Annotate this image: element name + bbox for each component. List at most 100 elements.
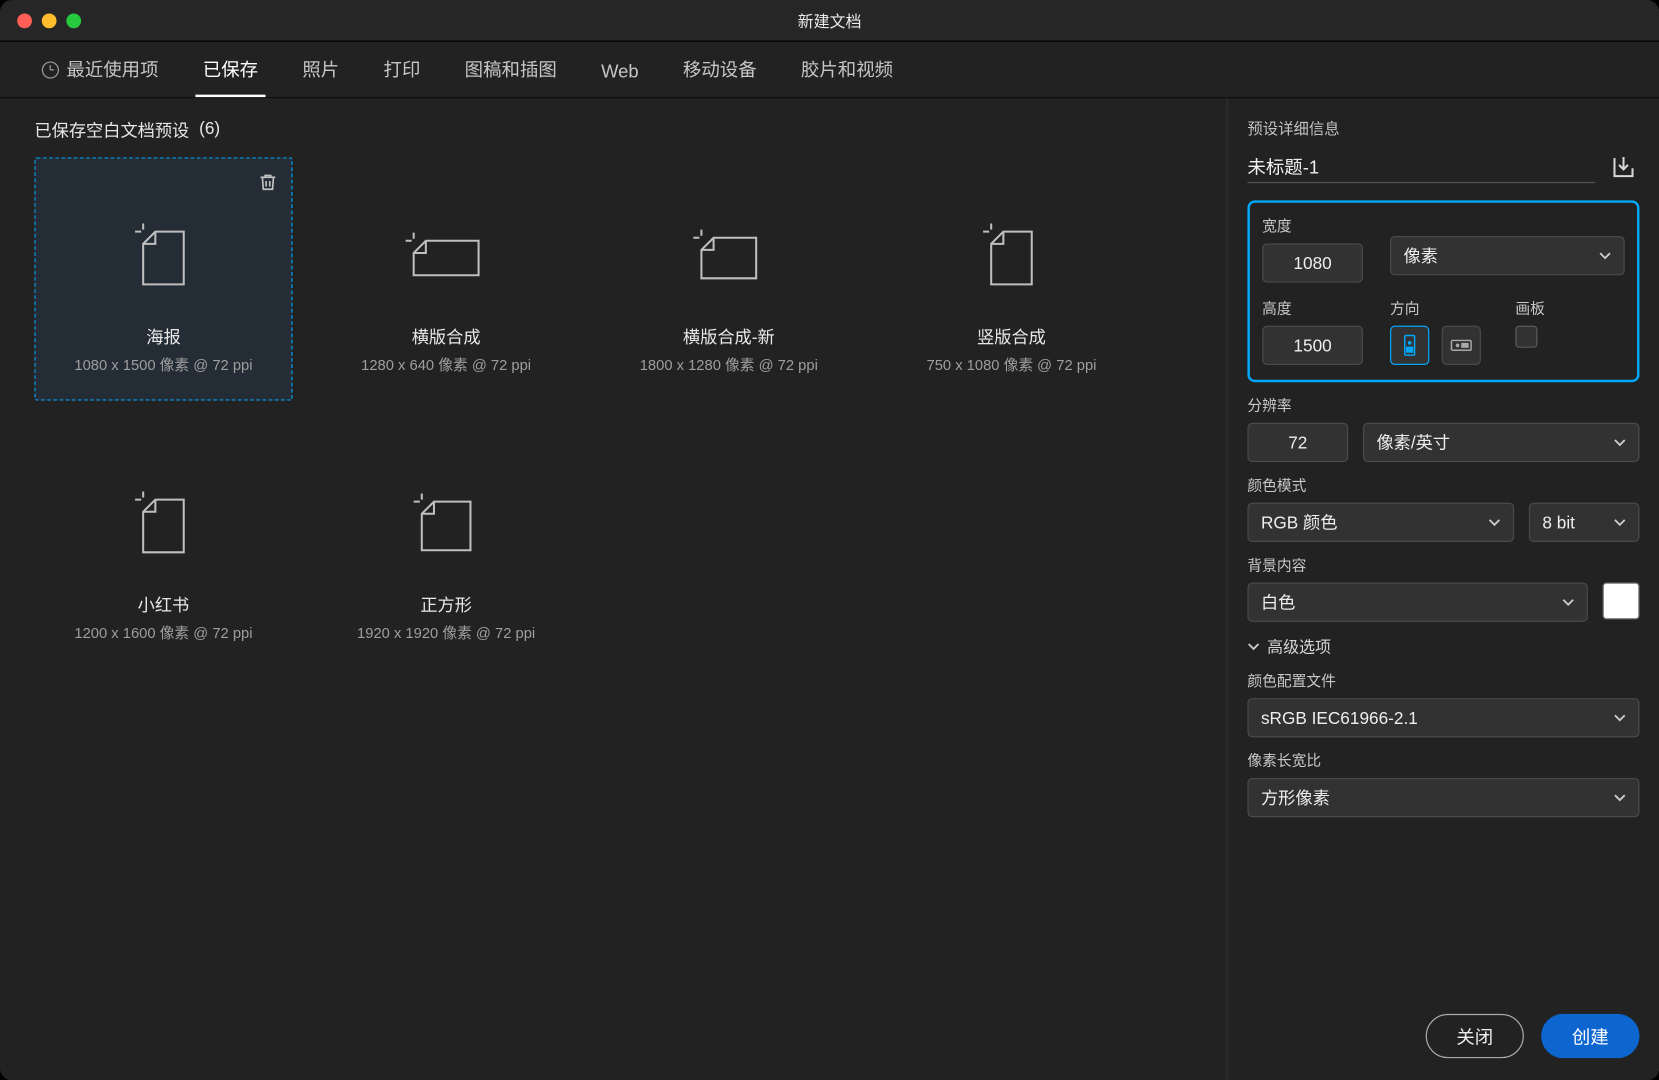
preset-dims: 1200 x 1600 像素 @ 72 ppi	[74, 621, 252, 642]
window-title: 新建文档	[0, 9, 1659, 32]
close-button[interactable]: 关闭	[1426, 1014, 1524, 1058]
color-mode-select[interactable]: RGB 颜色	[1247, 503, 1514, 542]
doc-icon	[123, 211, 204, 292]
minimize-window-light[interactable]	[42, 13, 57, 28]
preset-card[interactable]: 正方形 1920 x 1920 像素 @ 72 ppi	[317, 425, 575, 668]
tab-web[interactable]: Web	[594, 61, 646, 97]
preset-dims: 750 x 1080 像素 @ 72 ppi	[926, 353, 1096, 374]
document-name-input[interactable]	[1247, 151, 1595, 183]
preset-card[interactable]: 竖版合成 750 x 1080 像素 @ 72 ppi	[882, 157, 1140, 400]
save-preset-icon[interactable]	[1608, 151, 1640, 183]
color-mode-label: 颜色模式	[1247, 474, 1639, 495]
resolution-label: 分辨率	[1247, 395, 1639, 416]
portrait-icon	[1399, 334, 1421, 356]
advanced-toggle[interactable]: 高级选项	[1247, 634, 1639, 657]
preset-name: 横版合成	[412, 324, 481, 349]
preset-details-panel: 预设详细信息 宽度	[1227, 98, 1659, 1080]
tab-label: 图稿和插图	[465, 57, 557, 83]
doc-icon	[406, 479, 487, 560]
delete-preset-button[interactable]	[257, 171, 279, 193]
gallery-count: (6)	[199, 118, 220, 143]
unit-select-value: 像素	[1404, 243, 1438, 268]
titlebar: 新建文档	[0, 0, 1659, 42]
color-mode-value: RGB 颜色	[1261, 510, 1337, 535]
chevron-down-icon	[1614, 516, 1626, 528]
create-button-label: 创建	[1572, 1023, 1609, 1049]
profile-label: 颜色配置文件	[1247, 670, 1639, 691]
height-label: 高度	[1262, 297, 1375, 318]
tab-photo[interactable]: 照片	[295, 57, 347, 98]
pixel-aspect-select[interactable]: 方形像素	[1247, 778, 1639, 817]
preset-dims: 1080 x 1500 像素 @ 72 ppi	[74, 353, 252, 374]
doc-icon	[406, 211, 487, 292]
bit-depth-value: 8 bit	[1542, 512, 1575, 532]
tab-art[interactable]: 图稿和插图	[457, 57, 564, 98]
preset-gallery: 已保存空白文档预设 (6) 海报 1080 x 1500 像素 @ 72 ppi	[0, 98, 1227, 1080]
gallery-heading: 已保存空白文档预设	[34, 118, 189, 143]
landscape-icon	[1450, 334, 1472, 356]
color-profile-select[interactable]: sRGB IEC61966-2.1	[1247, 698, 1639, 737]
preset-name: 横版合成-新	[683, 324, 775, 349]
bit-depth-select[interactable]: 8 bit	[1529, 503, 1640, 542]
tab-mobile[interactable]: 移动设备	[676, 57, 765, 98]
orientation-label: 方向	[1390, 297, 1501, 318]
doc-icon	[971, 211, 1052, 292]
pixel-aspect-value: 方形像素	[1261, 785, 1330, 810]
tab-label: 移动设备	[683, 57, 757, 83]
unit-select[interactable]: 像素	[1390, 236, 1625, 275]
preset-card[interactable]: 海报 1080 x 1500 像素 @ 72 ppi	[34, 157, 292, 400]
chevron-down-icon	[1488, 516, 1500, 528]
background-swatch[interactable]	[1603, 583, 1640, 620]
chevron-down-icon	[1614, 712, 1626, 724]
tab-label: 打印	[384, 57, 421, 83]
category-tabs: 最近使用项 已保存 照片 打印 图稿和插图 Web 移动设备 胶片和视频	[0, 42, 1659, 99]
preset-card[interactable]: 小红书 1200 x 1600 像素 @ 72 ppi	[34, 425, 292, 668]
tab-print[interactable]: 打印	[376, 57, 428, 98]
dimensions-group: 宽度 像素 高度	[1247, 200, 1639, 382]
orientation-portrait[interactable]	[1390, 326, 1429, 365]
tab-label: 胶片和视频	[801, 57, 893, 83]
chevron-down-icon	[1562, 596, 1574, 608]
artboard-label: 画板	[1515, 297, 1545, 318]
tab-film[interactable]: 胶片和视频	[794, 57, 901, 98]
tab-label: 照片	[302, 57, 339, 83]
doc-icon	[123, 479, 204, 560]
background-value: 白色	[1261, 590, 1295, 615]
tab-recent[interactable]: 最近使用项	[34, 57, 166, 98]
width-input[interactable]	[1262, 243, 1363, 282]
new-document-window: 新建文档 最近使用项 已保存 照片 打印 图稿和插图 Web 移动设备 胶片和视…	[0, 0, 1659, 1080]
trash-icon	[257, 171, 279, 193]
height-input[interactable]	[1262, 326, 1363, 365]
par-label: 像素长宽比	[1247, 750, 1639, 771]
artboard-checkbox[interactable]	[1515, 326, 1537, 348]
zoom-window-light[interactable]	[66, 13, 81, 28]
preset-card[interactable]: 横版合成-新 1800 x 1280 像素 @ 72 ppi	[600, 157, 858, 400]
tab-label: 已保存	[203, 57, 258, 83]
tab-saved[interactable]: 已保存	[195, 57, 265, 98]
preset-name: 竖版合成	[977, 324, 1046, 349]
create-button[interactable]: 创建	[1541, 1014, 1639, 1058]
tab-label: Web	[601, 61, 639, 82]
panel-heading: 预设详细信息	[1247, 116, 1639, 139]
tab-label: 最近使用项	[66, 57, 158, 83]
preset-name: 海报	[146, 324, 180, 349]
background-label: 背景内容	[1247, 554, 1639, 575]
preset-name: 正方形	[420, 592, 472, 617]
background-select[interactable]: 白色	[1247, 583, 1587, 622]
chevron-down-icon	[1247, 640, 1259, 652]
width-label: 宽度	[1262, 215, 1375, 236]
preset-dims: 1920 x 1920 像素 @ 72 ppi	[357, 621, 535, 642]
orientation-landscape[interactable]	[1442, 326, 1481, 365]
advanced-toggle-label: 高级选项	[1267, 634, 1331, 657]
preset-card[interactable]: 横版合成 1280 x 640 像素 @ 72 ppi	[317, 157, 575, 400]
resolution-unit-value: 像素/英寸	[1376, 430, 1450, 455]
chevron-down-icon	[1614, 791, 1626, 803]
close-button-label: 关闭	[1456, 1023, 1493, 1049]
clock-icon	[42, 61, 59, 78]
resolution-input[interactable]	[1247, 423, 1348, 462]
close-window-light[interactable]	[17, 13, 32, 28]
chevron-down-icon	[1614, 436, 1626, 448]
preset-dims: 1280 x 640 像素 @ 72 ppi	[361, 353, 531, 374]
chevron-down-icon	[1599, 249, 1611, 261]
resolution-unit-select[interactable]: 像素/英寸	[1363, 423, 1640, 462]
